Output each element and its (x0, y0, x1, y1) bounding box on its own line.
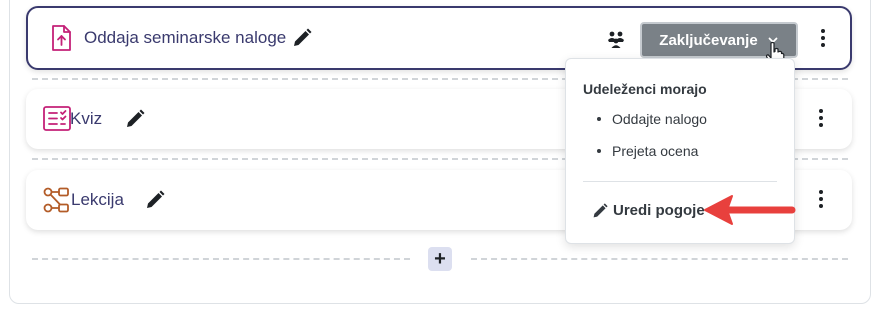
groups-icon[interactable] (606, 30, 626, 48)
activity-actions-menu-icon[interactable] (811, 186, 831, 212)
activity-actions-menu-icon[interactable] (811, 105, 831, 131)
activity-actions-menu-icon[interactable] (813, 25, 833, 51)
edit-pencil-icon[interactable] (145, 190, 165, 210)
add-content-separator (471, 258, 848, 260)
lesson-icon (43, 187, 69, 213)
annotation-arrow-icon (704, 195, 796, 225)
completion-conditions-list: Oddajte nalogo Prejeta ocena (597, 111, 707, 175)
dropdown-divider (583, 181, 777, 182)
edit-pencil-icon[interactable] (292, 28, 312, 48)
pencil-icon (593, 202, 608, 217)
assignment-icon (52, 25, 71, 51)
completion-condition: Prejeta ocena (597, 143, 707, 175)
activity-title[interactable]: Kviz (70, 109, 102, 129)
completion-requirements-heading: Udeleženci morajo (583, 81, 707, 97)
completion-button-label: Zaključevanje (659, 31, 758, 49)
activity-title[interactable]: Oddaja seminarske naloge (84, 28, 286, 48)
add-content-separator (32, 258, 410, 260)
plus-icon: + (434, 248, 446, 270)
activity-title[interactable]: Lekcija (71, 190, 124, 210)
add-activity-button[interactable]: + (428, 247, 452, 271)
completion-condition: Oddajte nalogo (597, 111, 707, 143)
quiz-icon (43, 106, 71, 131)
edit-conditions-label: Uredi pogoje (613, 202, 705, 219)
edit-conditions-link[interactable]: Uredi pogoje (592, 202, 705, 219)
edit-pencil-icon[interactable] (125, 109, 145, 129)
